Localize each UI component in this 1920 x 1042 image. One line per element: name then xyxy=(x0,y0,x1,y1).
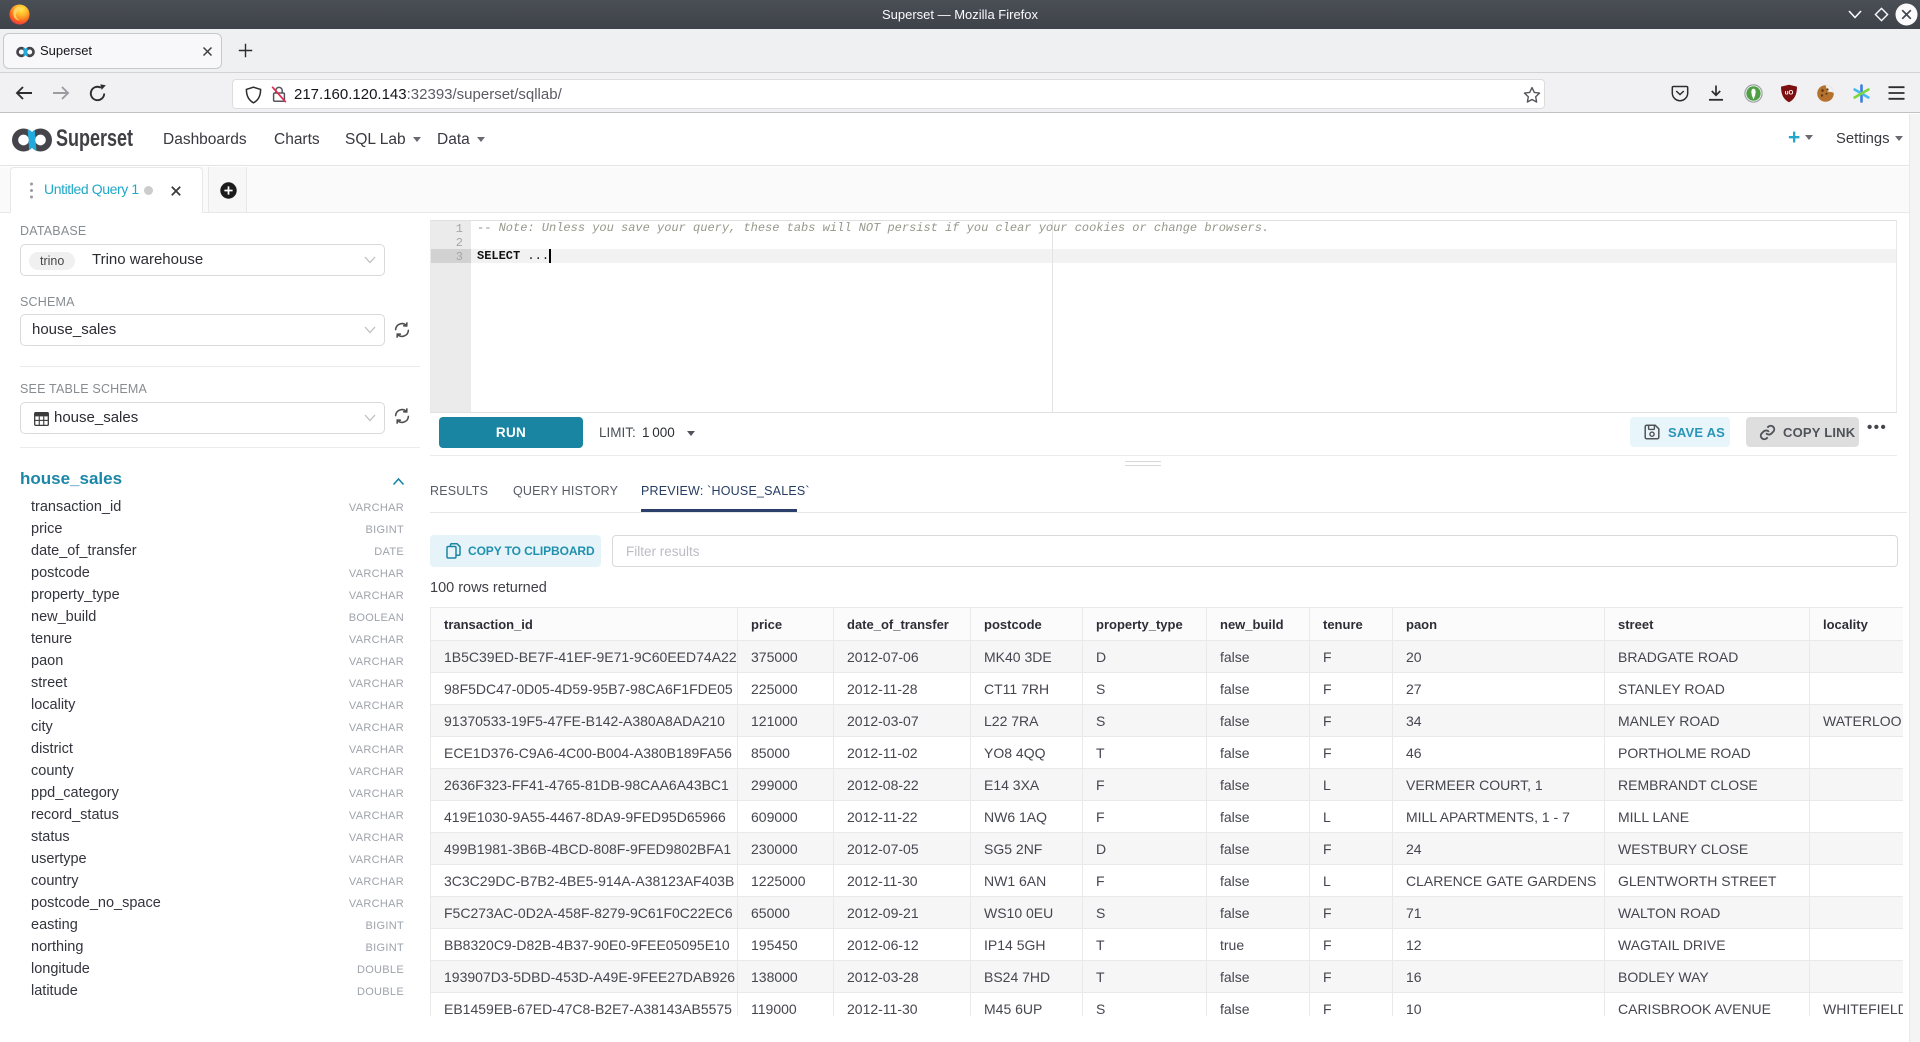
svg-text:uO: uO xyxy=(1785,90,1794,97)
